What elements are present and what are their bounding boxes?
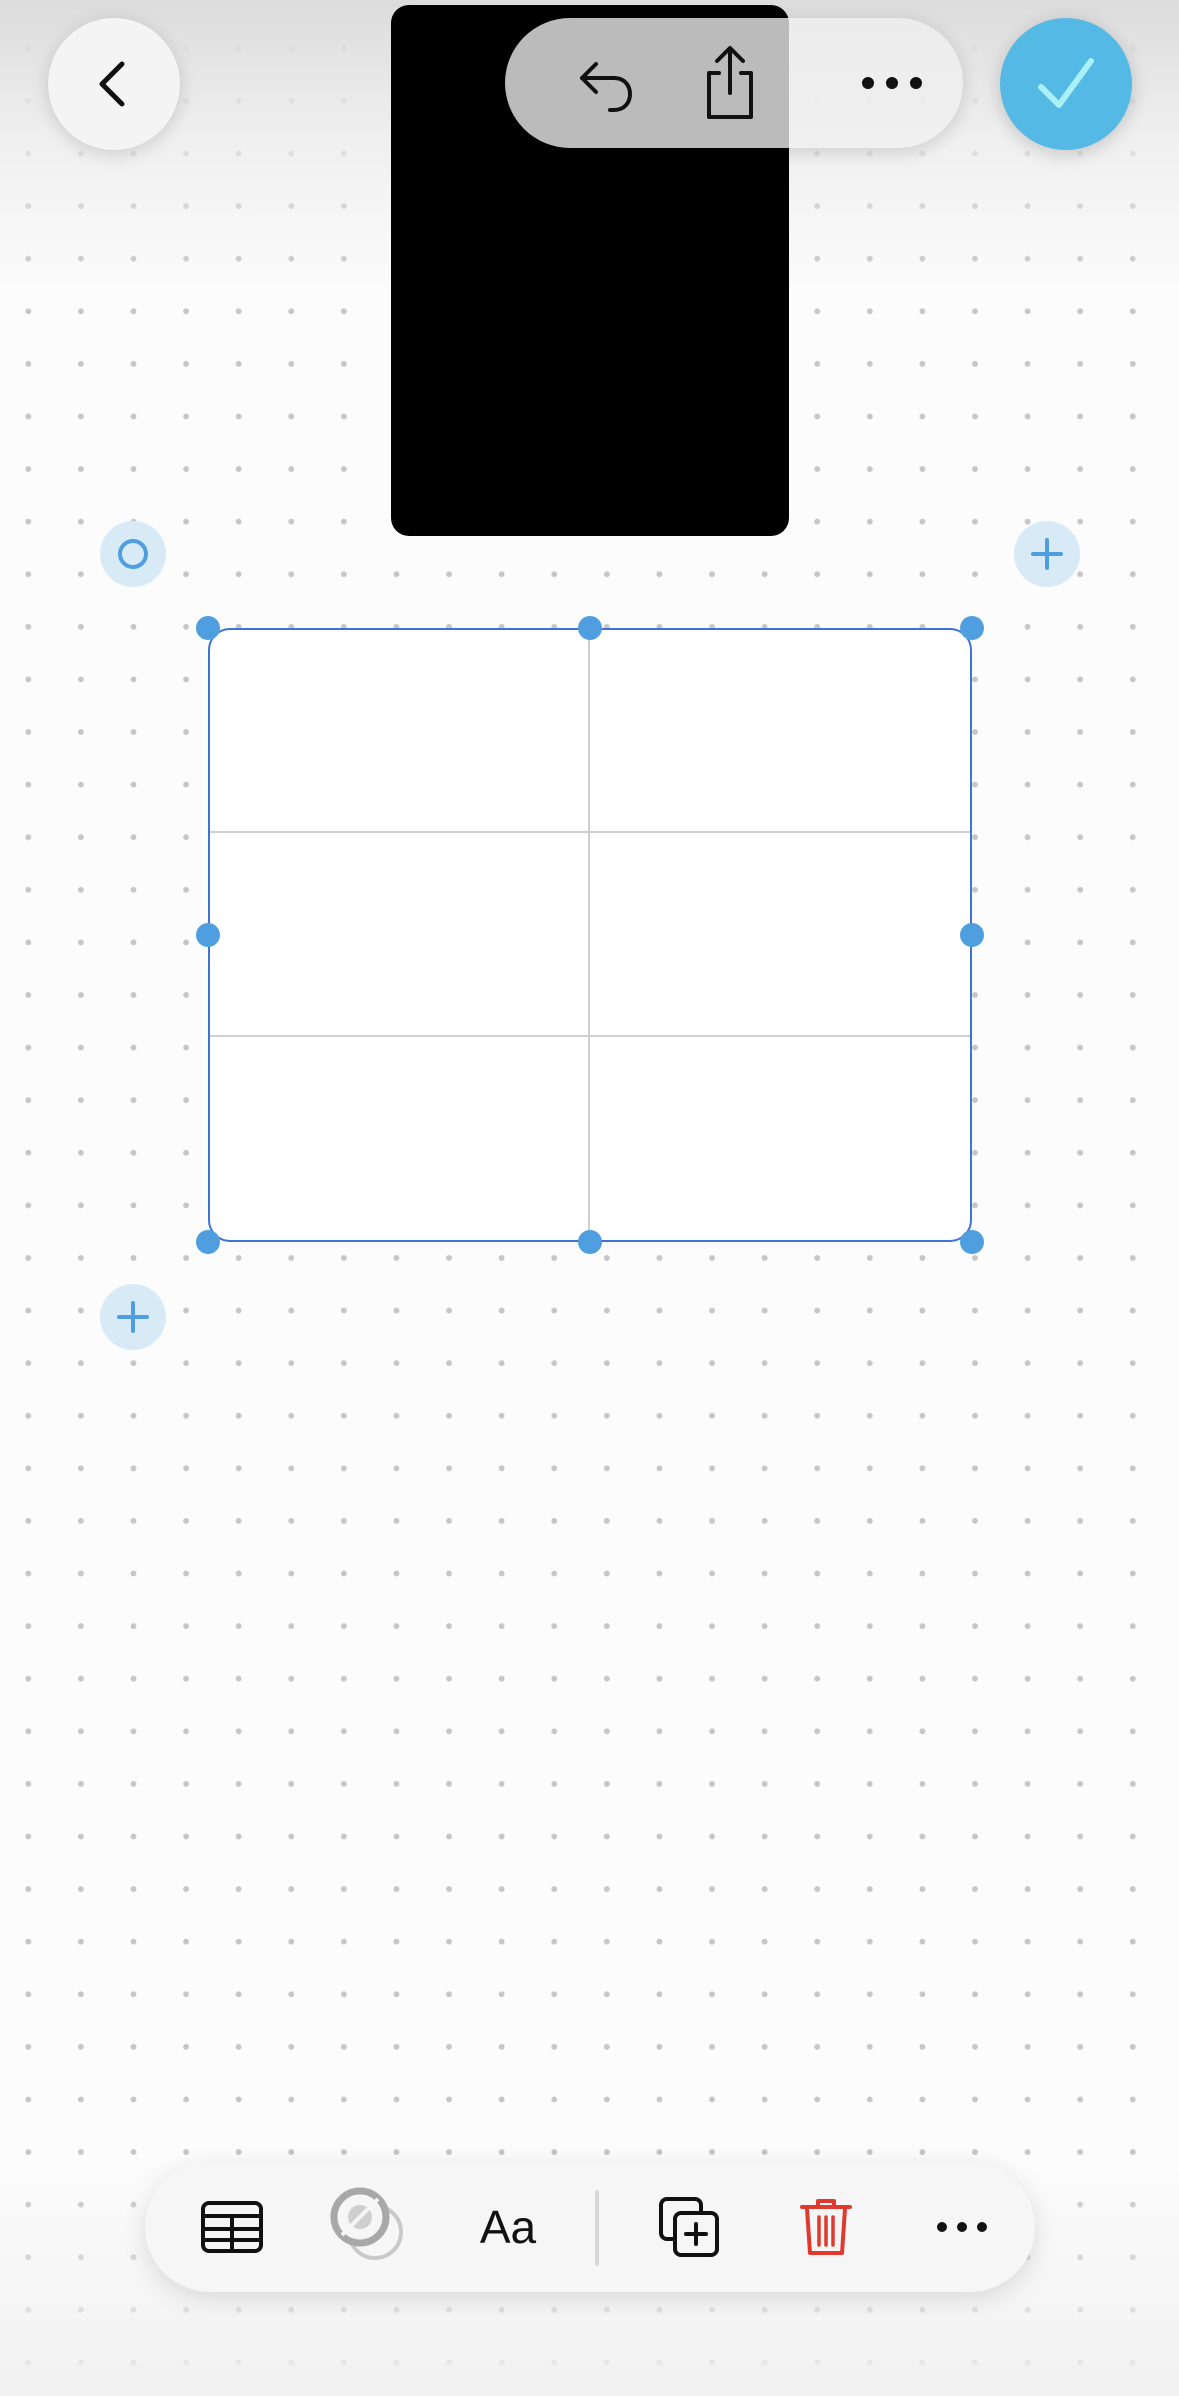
resize-handle-top-right[interactable] bbox=[960, 616, 984, 640]
action-pill bbox=[505, 18, 963, 148]
share-icon bbox=[707, 46, 753, 119]
table-cell[interactable] bbox=[590, 1037, 970, 1240]
duplicate-icon bbox=[659, 2197, 719, 2257]
undo-arrow-icon bbox=[580, 62, 633, 112]
back-button[interactable] bbox=[48, 18, 180, 150]
plus-icon bbox=[1031, 538, 1063, 570]
toolbar-divider bbox=[595, 2190, 599, 2266]
table-icon bbox=[201, 2201, 263, 2253]
chevron-left-icon bbox=[99, 61, 125, 107]
table-grid bbox=[210, 630, 970, 1240]
table[interactable] bbox=[208, 628, 972, 1242]
done-button[interactable] bbox=[1000, 18, 1132, 150]
resize-handle-bottom[interactable] bbox=[578, 1230, 602, 1254]
table-move-handle[interactable] bbox=[100, 521, 166, 587]
delete-button[interactable] bbox=[771, 2162, 881, 2292]
trash-icon bbox=[800, 2199, 852, 2255]
more-button[interactable] bbox=[832, 18, 952, 148]
text-format-label: Aa bbox=[479, 2201, 537, 2253]
table-cell[interactable] bbox=[590, 630, 970, 834]
bottom-toolbar: Aa bbox=[145, 2162, 1035, 2292]
circle-handle-icon bbox=[118, 539, 148, 569]
duplicate-button[interactable] bbox=[634, 2162, 744, 2292]
resize-handle-left[interactable] bbox=[196, 923, 220, 947]
more-options-button[interactable] bbox=[907, 2162, 1017, 2292]
plus-icon bbox=[117, 1301, 149, 1333]
resize-handle-top-left[interactable] bbox=[196, 616, 220, 640]
add-row-button[interactable] bbox=[100, 1284, 166, 1350]
table-options-button[interactable] bbox=[177, 2162, 287, 2292]
table-cell[interactable] bbox=[590, 833, 970, 1037]
resize-handle-top[interactable] bbox=[578, 616, 602, 640]
checkmark-icon bbox=[1038, 58, 1094, 108]
text-format-button[interactable]: Aa bbox=[453, 2162, 563, 2292]
resize-handle-right[interactable] bbox=[960, 923, 984, 947]
table-cell[interactable] bbox=[210, 833, 590, 1037]
add-column-button[interactable] bbox=[1014, 521, 1080, 587]
table-cell[interactable] bbox=[210, 1036, 590, 1240]
share-button[interactable] bbox=[670, 18, 790, 148]
style-button[interactable] bbox=[315, 2162, 425, 2292]
fill-stroke-icon bbox=[330, 2187, 403, 2260]
ellipsis-icon bbox=[862, 77, 922, 89]
resize-handle-bottom-left[interactable] bbox=[196, 1230, 220, 1254]
ellipsis-icon bbox=[937, 2222, 987, 2232]
table-cell[interactable] bbox=[210, 630, 590, 834]
resize-handle-bottom-right[interactable] bbox=[960, 1230, 984, 1254]
undo-button[interactable] bbox=[545, 18, 665, 148]
